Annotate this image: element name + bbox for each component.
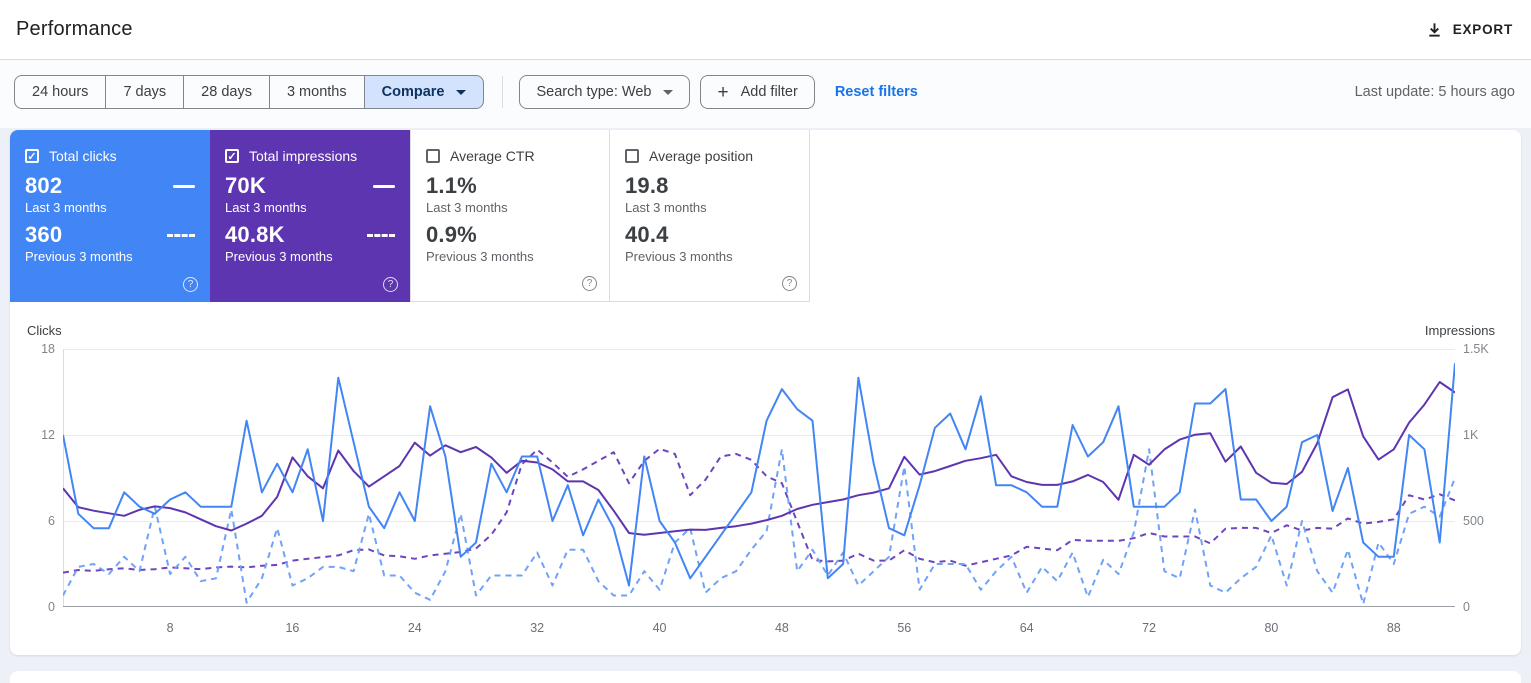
performance-panel: ✓ Total clicks 802 Last 3 months 360 Pre… (10, 130, 1521, 655)
total-impressions-card[interactable]: ✓ Total impressions 70K Last 3 months 40… (210, 130, 410, 302)
total-clicks-card[interactable]: ✓ Total clicks 802 Last 3 months 360 Pre… (10, 130, 210, 302)
divider (502, 76, 504, 108)
card-label: Average CTR (450, 148, 535, 164)
help-icon[interactable]: ? (383, 277, 398, 292)
average-position-card[interactable]: Average position 19.8 Last 3 months 40.4… (610, 130, 810, 302)
metric-value-current: 802 (25, 173, 63, 198)
metric-caption: Previous 3 months (426, 249, 534, 264)
metric-caption: Previous 3 months (25, 249, 133, 264)
x-axis-tick: 16 (285, 621, 300, 635)
date-range-label: 24 hours (32, 84, 89, 100)
left-axis-title: Clicks (27, 323, 62, 338)
card-label: Total impressions (249, 148, 358, 164)
plus-icon: + (717, 81, 729, 103)
left-axis-tick: 18 (41, 342, 55, 356)
date-range-group: 24 hours 7 days 28 days 3 months Compare (14, 75, 485, 109)
left-axis-tick: 6 (48, 514, 55, 528)
metric-caption: Previous 3 months (625, 249, 733, 264)
dashed-line-legend-icon (367, 233, 395, 237)
metric-caption: Last 3 months (625, 200, 707, 215)
average-ctr-card[interactable]: Average CTR 1.1% Last 3 months 0.9% Prev… (410, 130, 610, 302)
left-axis-tick: 12 (41, 428, 55, 442)
x-axis-tick: 80 (1264, 621, 1279, 635)
metric-value-previous: 360 (25, 222, 63, 247)
chevron-down-icon (456, 89, 467, 95)
next-panel-edge (10, 671, 1521, 683)
chevron-down-icon (663, 89, 674, 95)
metric-value-current: 70K (225, 173, 266, 198)
right-axis-tick: 500 (1463, 514, 1484, 528)
right-axis-tick: 0 (1463, 600, 1470, 614)
export-label: EXPORT (1452, 22, 1513, 37)
x-axis-tick: 32 (530, 621, 545, 635)
right-axis-title: Impressions (1424, 323, 1495, 338)
metric-value-previous: 0.9% (426, 222, 477, 247)
top-bar: Performance EXPORT (0, 0, 1531, 60)
x-axis-tick: 72 (1142, 621, 1157, 635)
filter-bar: 24 hours 7 days 28 days 3 months Compare… (0, 60, 1531, 128)
metric-cards-row: ✓ Total clicks 802 Last 3 months 360 Pre… (10, 130, 1521, 302)
solid-line-legend-icon (373, 184, 395, 188)
series-1-line (63, 363, 1455, 587)
total-impressions-checkbox[interactable]: ✓ (225, 149, 239, 163)
card-label: Average position (649, 148, 754, 164)
help-icon[interactable]: ? (183, 277, 198, 292)
search-type-label: Search type: Web (536, 84, 652, 100)
metric-caption: Last 3 months (25, 200, 107, 215)
x-axis-tick: 8 (166, 621, 174, 635)
metric-value-previous: 40.8K (225, 222, 285, 247)
solid-line-legend-icon (173, 184, 195, 188)
card-label: Total clicks (49, 148, 117, 164)
left-axis-tick: 0 (48, 600, 55, 614)
x-axis-tick: 40 (652, 621, 667, 635)
average-position-checkbox[interactable] (625, 149, 639, 163)
date-range-label: 7 days (123, 84, 167, 100)
chart-plot-area (63, 349, 1455, 607)
export-button[interactable]: EXPORT (1426, 21, 1513, 38)
date-range-3-months[interactable]: 3 months (269, 75, 365, 109)
add-filter-label: Add filter (740, 84, 798, 100)
x-axis-tick: 24 (407, 621, 422, 635)
date-range-7-days[interactable]: 7 days (106, 75, 185, 109)
compare-dropdown[interactable]: Compare (364, 75, 485, 109)
right-axis-tick: 1.5K (1463, 342, 1489, 356)
performance-chart: Clicks Impressions 18 12 6 0 1.5K 1K 500 0 8 16 24… (10, 302, 1521, 655)
help-icon[interactable]: ? (582, 276, 597, 291)
metric-caption: Previous 3 months (225, 249, 333, 264)
average-ctr-checkbox[interactable] (426, 149, 440, 163)
date-range-label: 28 days (201, 84, 252, 100)
metric-caption: Last 3 months (426, 200, 508, 215)
series-4-line (63, 447, 1455, 574)
x-axis-tick: 48 (774, 621, 789, 635)
right-axis-tick: 1K (1463, 428, 1479, 442)
x-axis-tick: 88 (1386, 621, 1401, 635)
total-clicks-checkbox[interactable]: ✓ (25, 149, 39, 163)
search-type-dropdown[interactable]: Search type: Web (519, 75, 691, 109)
x-axis-tick: 64 (1019, 621, 1034, 635)
metric-value-previous: 40.4 (625, 222, 669, 247)
page-title: Performance (16, 18, 133, 40)
date-range-24-hours[interactable]: 24 hours (14, 75, 107, 109)
last-update-text: Last update: 5 hours ago (1354, 84, 1515, 100)
download-icon (1426, 21, 1443, 38)
reset-filters-link[interactable]: Reset filters (835, 84, 918, 100)
help-icon[interactable]: ? (782, 276, 797, 291)
compare-label: Compare (381, 84, 445, 100)
date-range-28-days[interactable]: 28 days (184, 75, 270, 109)
metric-value-current: 1.1% (426, 173, 477, 198)
dashed-line-legend-icon (167, 233, 195, 237)
x-axis-tick: 56 (897, 621, 912, 635)
metric-caption: Last 3 months (225, 200, 307, 215)
add-filter-button[interactable]: + Add filter (700, 75, 815, 109)
metric-value-current: 19.8 (625, 173, 669, 198)
date-range-label: 3 months (286, 84, 347, 100)
